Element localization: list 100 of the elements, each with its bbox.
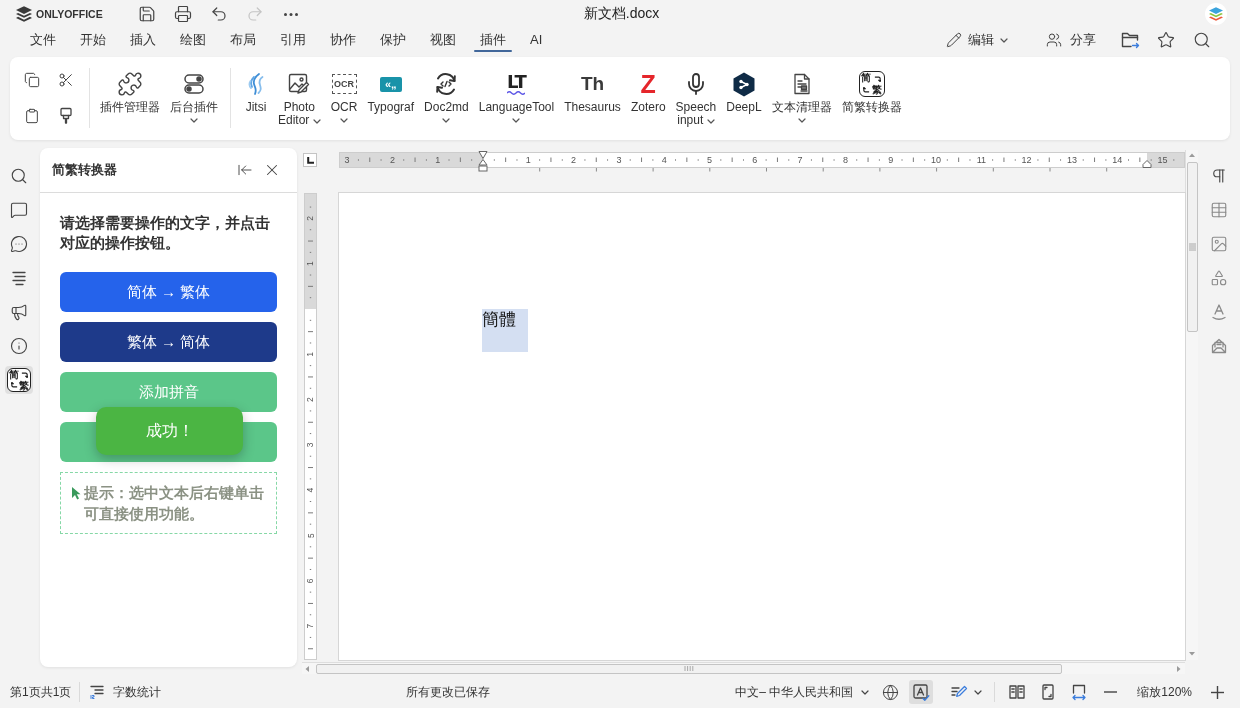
search-icon — [1193, 31, 1211, 49]
toolbar-button[interactable]: OCR OCR — [325, 68, 363, 127]
panel-title: 简繁转换器 — [52, 161, 117, 179]
spellcheck-icon — [912, 683, 931, 701]
ruler-number: 1 — [525, 155, 531, 166]
sidebar-button[interactable]: 简 繁 — [5, 366, 33, 394]
toolbar-button[interactable]: 插件管理器 — [95, 68, 165, 114]
ruler-number: 4 — [661, 155, 667, 166]
menu-tab[interactable]: 布局 — [218, 28, 268, 54]
quote-marks-icon: «„ — [379, 76, 402, 92]
zoom-level: 缩放120% — [1137, 683, 1192, 701]
grip-icon — [684, 666, 694, 671]
menu-tab[interactable]: AI — [518, 28, 555, 54]
action-button[interactable]: 繁体 → 简体 — [60, 322, 277, 362]
comment-icon — [10, 201, 28, 219]
ruler-number: 2 — [305, 216, 316, 221]
toolbar-button[interactable]: Doc2md — [419, 68, 474, 127]
fit-width-icon — [1070, 683, 1089, 701]
toolbar-button[interactable]: Photo Editor — [273, 68, 326, 127]
menu-tab[interactable]: 开始 — [68, 28, 118, 54]
ruler-number: 7 — [305, 623, 316, 629]
toolbar-button[interactable]: 简 繁 简繁转换器 — [836, 68, 907, 114]
language-button[interactable]: 中文– 中华人民共和国 — [733, 680, 872, 704]
copy-icon — [24, 72, 40, 88]
arrow-icon — [304, 664, 312, 673]
menu-tab[interactable]: 插件 — [468, 28, 518, 54]
plus-icon — [1210, 685, 1224, 699]
menu-tab[interactable]: 插入 — [118, 28, 168, 54]
toolbar-button[interactable]: Jitsi — [239, 68, 273, 114]
instruction-text: 请选择需要操作的文字，并点击对应的操作按钮。 — [60, 213, 271, 253]
menu-tab[interactable]: 引用 — [268, 28, 318, 54]
convert-icon: 简 繁 — [858, 71, 885, 97]
ruler-number: 14 — [1112, 155, 1123, 166]
toolbar-button[interactable]: Z Zotero — [625, 68, 671, 114]
ruler-number: 3 — [305, 442, 316, 448]
hint-text: 提示：选中文本后右键单击可直接使用功能。 — [84, 483, 265, 524]
puzzle-icon — [117, 71, 143, 97]
ruler-number: 5 — [707, 155, 712, 166]
toolbar-button[interactable]: Speech input — [670, 68, 722, 127]
menu-tab[interactable]: 视图 — [418, 28, 468, 54]
folder-icon — [1120, 30, 1140, 50]
menu-tab[interactable]: 协作 — [318, 28, 368, 54]
ruler-number: 2 — [389, 155, 395, 166]
ruler-number: 6 — [752, 155, 758, 166]
edit-mode-button[interactable]: 编辑 — [942, 28, 1012, 54]
menu-tab[interactable]: 文件 — [18, 28, 68, 54]
arrow-icon — [1188, 152, 1196, 160]
save-status: 所有更改已保存 — [406, 683, 491, 701]
toolbar-button[interactable]: «„ Typograf — [362, 68, 420, 114]
search-icon — [10, 167, 28, 185]
scissors-icon — [58, 72, 74, 88]
format-painter-icon — [57, 107, 75, 125]
ruler-number: 3 — [616, 155, 622, 166]
mail-icon — [1210, 337, 1228, 355]
tab-stop-button[interactable] — [303, 153, 317, 167]
users-icon — [1046, 32, 1062, 48]
menu-tab[interactable]: 绘图 — [168, 28, 218, 54]
ruler-number: 15 — [1157, 155, 1168, 166]
success-toast: 成功！ — [96, 407, 243, 455]
megaphone-icon — [10, 303, 28, 321]
ruler-number: 11 — [976, 155, 986, 166]
toggle-icon — [182, 72, 206, 96]
ruler-number: 4 — [305, 487, 316, 493]
ruler-number: 2 — [571, 155, 577, 166]
share-button[interactable]: 分享 — [1042, 28, 1100, 54]
caret-icon — [1000, 37, 1008, 43]
ruler-number: 9 — [888, 155, 894, 166]
chat-icon — [10, 235, 28, 253]
menu-tab[interactable]: 保护 — [368, 28, 418, 54]
lettermark-icon: Z — [640, 72, 656, 96]
toolbar-button[interactable]: Th Thesaurus — [559, 68, 626, 114]
headings-icon — [10, 269, 28, 287]
scrollbar-thumb[interactable] — [1186, 162, 1198, 332]
toolbar-button[interactable]: LT LanguageTool — [473, 68, 560, 127]
lettermark-icon: Th — [580, 73, 605, 95]
collapse-icon — [237, 162, 253, 178]
hexagon-icon — [732, 71, 755, 97]
ruler-number: 13 — [1066, 155, 1077, 166]
minus-icon — [1103, 691, 1117, 693]
toolbar-button[interactable]: DeepL — [721, 68, 767, 114]
globe-icon — [881, 683, 899, 701]
ruler-number: 6 — [305, 578, 316, 584]
info-icon — [10, 337, 28, 355]
action-button[interactable]: 简体 → 繁体 — [60, 272, 277, 312]
toolbar-button[interactable]: 文本清理器 — [766, 68, 837, 127]
grip-icon — [1188, 243, 1196, 251]
word-count-button[interactable]: 字数统计 — [88, 680, 164, 704]
spellcheck-button[interactable] — [909, 680, 934, 704]
scrollbar-thumb[interactable] — [316, 663, 1062, 674]
toolbar-button[interactable]: 后台插件 — [165, 68, 223, 127]
image-icon — [1210, 235, 1228, 253]
caret-icon — [861, 689, 870, 695]
table-icon — [1210, 201, 1228, 219]
ruler-number: 7 — [797, 155, 803, 166]
shapes-icon — [1210, 269, 1228, 287]
two-pages-icon — [1008, 683, 1027, 701]
ruler-number: 1 — [305, 351, 316, 357]
text-art-icon — [1210, 303, 1228, 321]
ruler-number: 1 — [305, 261, 316, 267]
layers-icon — [16, 6, 32, 22]
